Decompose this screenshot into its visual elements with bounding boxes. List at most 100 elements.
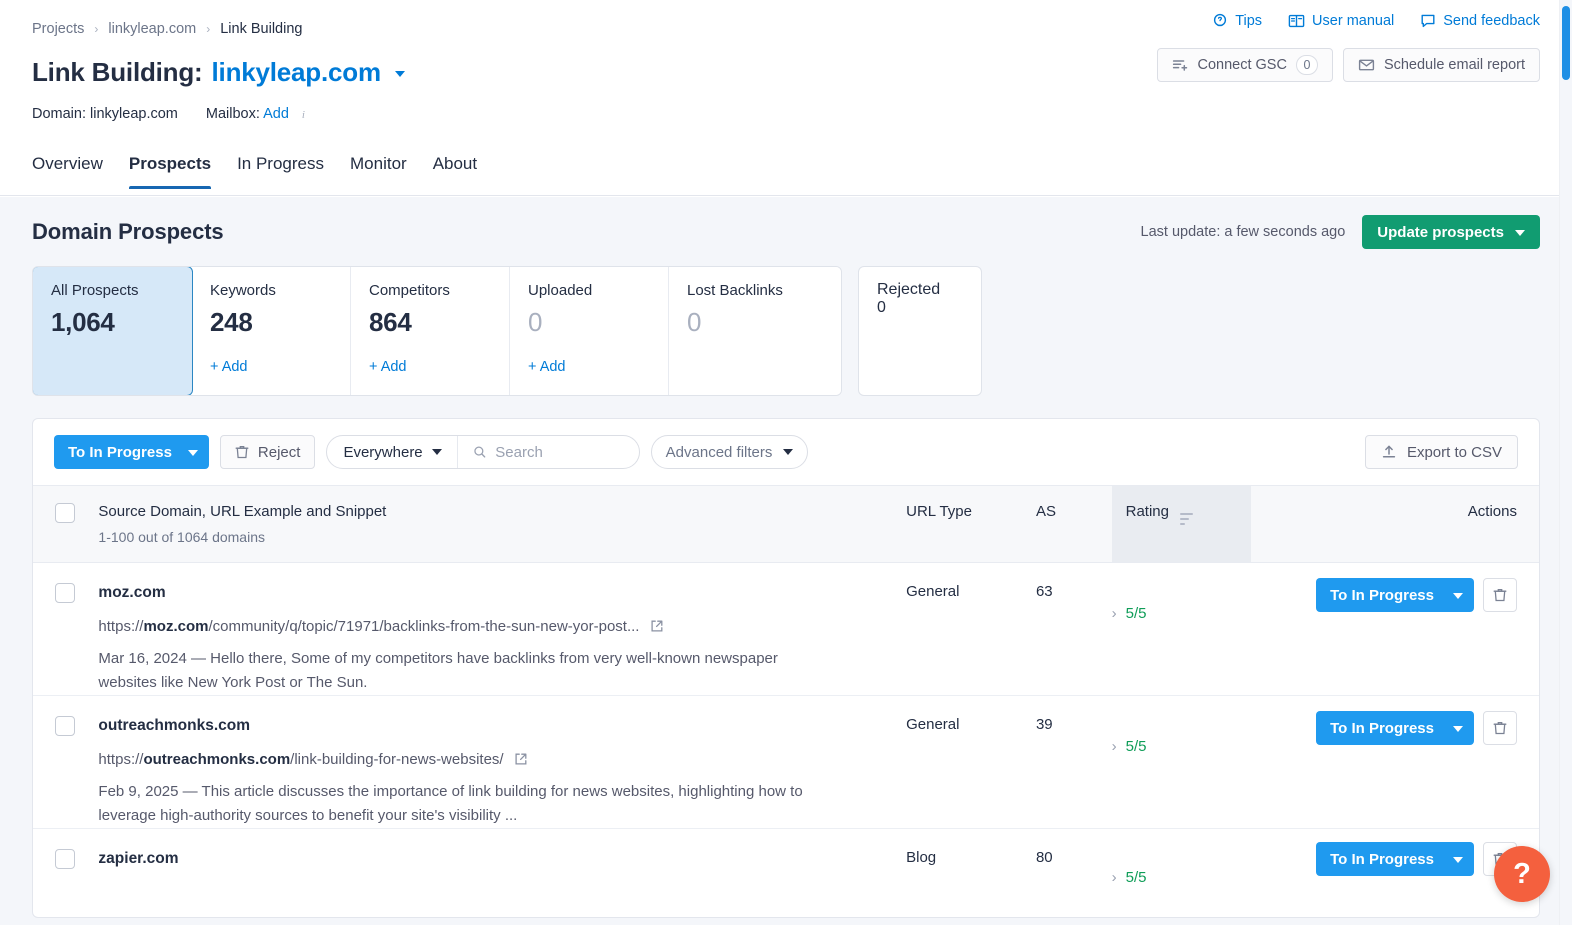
external-link-icon[interactable] bbox=[650, 619, 664, 633]
row-url[interactable]: https://moz.com/community/q/topic/71971/… bbox=[98, 616, 906, 637]
row-domain[interactable]: zapier.com bbox=[98, 849, 906, 869]
upload-icon bbox=[1382, 445, 1396, 458]
stat-card-add-link[interactable]: + Add bbox=[369, 359, 407, 375]
tab-monitor[interactable]: Monitor bbox=[350, 152, 407, 188]
row-checkbox[interactable] bbox=[55, 849, 75, 869]
stat-card-value: 864 bbox=[369, 307, 412, 337]
stat-card-value: 1,064 bbox=[51, 307, 115, 337]
external-link-icon[interactable] bbox=[514, 752, 528, 766]
row-as-score: 80 bbox=[1035, 849, 1053, 866]
header-buttons: Connect GSC 0 Schedule email report bbox=[1157, 48, 1540, 82]
row-select-cell bbox=[33, 829, 98, 887]
export-to-csv-button[interactable]: Export to CSV bbox=[1364, 435, 1518, 469]
row-select-cell bbox=[33, 695, 99, 829]
row-delete-button[interactable] bbox=[1483, 711, 1517, 745]
row-snippet: Feb 9, 2025 — This article discusses the… bbox=[98, 783, 803, 824]
page-scrollbar-thumb[interactable] bbox=[1562, 6, 1570, 80]
row-rating-cell: › 5/5 bbox=[1111, 562, 1251, 696]
update-prospects-label: Update prospects bbox=[1377, 223, 1504, 241]
row-checkbox[interactable] bbox=[55, 716, 75, 736]
header-links: Tips User manual Send feedback bbox=[1212, 13, 1540, 29]
tab-bar: Overview Prospects In Progress Monitor A… bbox=[0, 152, 1572, 196]
stat-card-uploaded[interactable]: Uploaded 0 + Add bbox=[510, 267, 669, 395]
page-scrollbar-track[interactable] bbox=[1559, 0, 1572, 925]
row-delete-button[interactable] bbox=[1483, 578, 1517, 612]
chevron-down-icon bbox=[1453, 726, 1463, 732]
row-checkbox[interactable] bbox=[55, 583, 75, 603]
row-as-score: 63 bbox=[1035, 562, 1112, 696]
select-all-checkbox[interactable] bbox=[55, 503, 75, 523]
reject-label: Reject bbox=[257, 443, 301, 461]
chevron-down-icon[interactable] bbox=[394, 70, 405, 77]
row-rating[interactable]: › 5/5 bbox=[1112, 716, 1251, 755]
last-update-text: Last update: a few seconds ago bbox=[1140, 224, 1346, 240]
tips-link[interactable]: Tips bbox=[1212, 13, 1262, 29]
table-header-row: Source Domain, URL Example and Snippet 1… bbox=[33, 485, 1539, 563]
chevron-right-icon[interactable]: › bbox=[1112, 606, 1117, 621]
prospects-table-card: To In Progress Reject Everywhere Search … bbox=[32, 418, 1540, 918]
row-rating[interactable]: › 5/5 bbox=[1112, 849, 1251, 886]
connect-gsc-button[interactable]: Connect GSC 0 bbox=[1157, 48, 1333, 82]
card-spacer bbox=[842, 266, 858, 396]
breadcrumb-item-projects[interactable]: Projects bbox=[32, 21, 84, 37]
trash-icon bbox=[1493, 721, 1507, 735]
send-feedback-link[interactable]: Send feedback bbox=[1420, 13, 1540, 29]
row-rating-cell: › 5/5 bbox=[1111, 695, 1251, 829]
search-icon bbox=[473, 446, 485, 458]
table-body: moz.com https://moz.com/community/q/topi… bbox=[33, 562, 1539, 887]
row-url-prefix: https:// bbox=[98, 751, 144, 768]
chevron-right-icon[interactable]: › bbox=[1112, 739, 1117, 754]
section-title: Domain Prospects bbox=[32, 219, 224, 244]
tab-prospects[interactable]: Prospects bbox=[128, 152, 212, 189]
row-to-in-progress-button[interactable]: To In Progress bbox=[1316, 578, 1474, 612]
schedule-email-report-label: Schedule email report bbox=[1383, 57, 1525, 73]
sort-descending-icon[interactable] bbox=[1180, 512, 1194, 525]
search-input[interactable] bbox=[495, 443, 624, 461]
info-icon[interactable]: i bbox=[297, 109, 310, 122]
as-header[interactable]: AS bbox=[1035, 485, 1112, 563]
tab-about[interactable]: About bbox=[433, 152, 477, 188]
stat-card-keywords[interactable]: Keywords 248 + Add bbox=[192, 267, 351, 395]
project-domain-link[interactable]: linkyleap.com bbox=[212, 57, 382, 88]
stat-card-add-link[interactable]: + Add bbox=[528, 359, 566, 375]
to-in-progress-bulk-button[interactable]: To In Progress bbox=[54, 435, 209, 469]
user-manual-link[interactable]: User manual bbox=[1288, 13, 1394, 29]
chevron-right-icon: › bbox=[94, 22, 99, 36]
book-icon bbox=[1288, 14, 1305, 28]
row-domain[interactable]: moz.com bbox=[98, 583, 906, 603]
row-url-domain: moz.com bbox=[143, 618, 209, 635]
chevron-right-icon[interactable]: › bbox=[1112, 870, 1117, 885]
mailbox-label: Mailbox: bbox=[205, 106, 260, 122]
row-to-in-progress-button[interactable]: To In Progress bbox=[1316, 842, 1474, 876]
advanced-filters-dropdown[interactable]: Advanced filters bbox=[650, 435, 809, 469]
reject-button[interactable]: Reject bbox=[219, 435, 316, 469]
tab-in-progress[interactable]: In Progress bbox=[237, 152, 324, 188]
scope-dropdown[interactable]: Everywhere bbox=[327, 436, 458, 468]
search-box[interactable] bbox=[458, 436, 639, 468]
stat-card-add-link[interactable]: + Add bbox=[210, 359, 248, 375]
trash-icon bbox=[235, 445, 249, 459]
stat-card-competitors[interactable]: Competitors 864 + Add bbox=[351, 267, 510, 395]
row-rating[interactable]: › 5/5 bbox=[1112, 583, 1251, 622]
row-url[interactable]: https://outreachmonks.com/link-building-… bbox=[98, 749, 906, 770]
row-actions-cell: To In Progress bbox=[1250, 695, 1539, 829]
schedule-email-report-button[interactable]: Schedule email report bbox=[1342, 48, 1540, 82]
row-to-in-progress-button[interactable]: To In Progress bbox=[1316, 711, 1474, 745]
url-type-header[interactable]: URL Type bbox=[906, 485, 1036, 563]
chevron-down-icon bbox=[431, 449, 442, 455]
prospects-table: Source Domain, URL Example and Snippet 1… bbox=[33, 485, 1539, 886]
mailbox-add-link[interactable]: Add bbox=[263, 106, 289, 122]
rating-header[interactable]: Rating bbox=[1111, 485, 1251, 563]
tab-overview[interactable]: Overview bbox=[32, 152, 103, 188]
user-manual-label: User manual bbox=[1312, 13, 1395, 29]
stat-card-rejected[interactable]: Rejected 0 bbox=[858, 266, 982, 396]
row-domain[interactable]: outreachmonks.com bbox=[98, 716, 906, 736]
stat-card-lost-backlinks[interactable]: Lost Backlinks 0 bbox=[669, 267, 841, 395]
breadcrumb-item-domain[interactable]: linkyleap.com bbox=[108, 21, 196, 37]
chevron-down-icon bbox=[783, 449, 794, 455]
stat-card-all-prospects[interactable]: All Prospects 1,064 bbox=[33, 267, 193, 395]
help-button[interactable]: ? bbox=[1494, 846, 1550, 902]
filter-plus-icon bbox=[1173, 60, 1188, 71]
update-prospects-button[interactable]: Update prospects bbox=[1362, 215, 1540, 249]
stat-card-label: Keywords bbox=[210, 282, 276, 299]
